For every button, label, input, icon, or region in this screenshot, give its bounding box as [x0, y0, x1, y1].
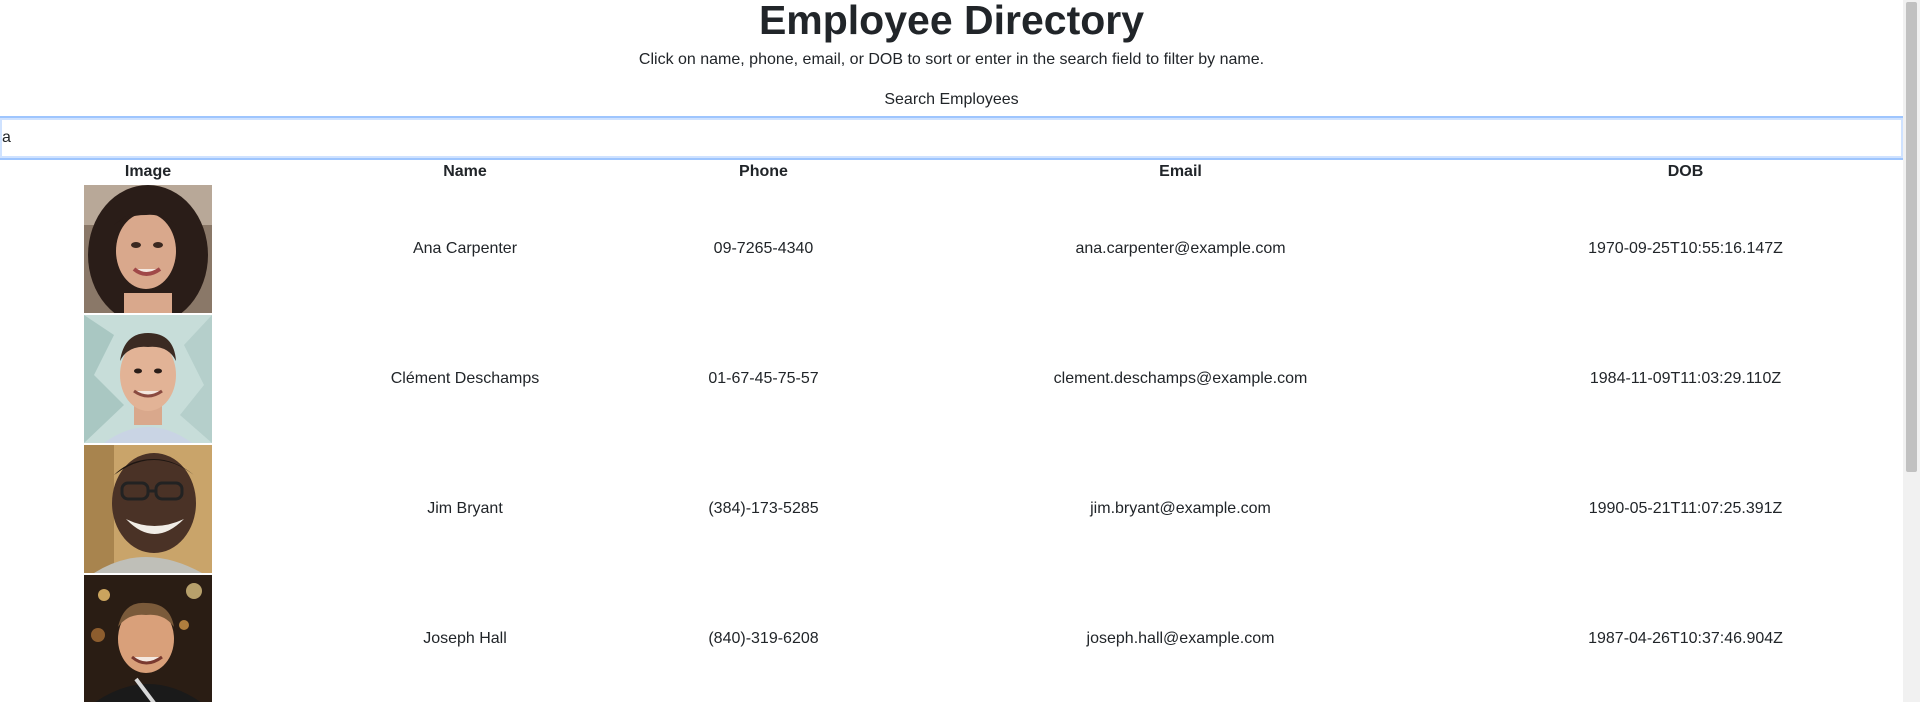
phone-cell: (840)-319-6208: [708, 630, 819, 647]
page-scrollbar[interactable]: [1903, 0, 1920, 702]
man-night-portrait-photo: [84, 575, 212, 702]
header-dob-sort[interactable]: DOB: [1468, 160, 1903, 184]
woman-portrait-photo: [84, 185, 212, 313]
table-row: Joseph Hall (840)-319-6208 joseph.hall@e…: [0, 574, 1903, 702]
name-cell: Clément Deschamps: [390, 370, 540, 387]
name-cell: Joseph Hall: [423, 630, 507, 647]
header-image: Image: [124, 163, 172, 180]
dob-cell: 1990-05-21T11:07:25.391Z: [1588, 500, 1783, 517]
image-cell: [0, 574, 296, 702]
table-row: Clément Deschamps 01-67-45-75-57 clement…: [0, 314, 1903, 444]
search-container: [0, 116, 1903, 160]
phone-cell: (384)-173-5285: [708, 500, 819, 517]
table-row: Jim Bryant (384)-173-5285 jim.bryant@exa…: [0, 444, 1903, 574]
man-glasses-portrait-photo: [84, 445, 212, 573]
image-cell: [0, 444, 296, 574]
email-cell: jim.bryant@example.com: [1090, 500, 1271, 517]
man-portrait-photo: [84, 315, 212, 443]
search-label: Search Employees: [884, 91, 1019, 108]
email-cell: ana.carpenter@example.com: [1075, 240, 1286, 257]
email-cell: joseph.hall@example.com: [1086, 630, 1275, 647]
image-cell: [0, 314, 296, 444]
page-subtitle: Click on name, phone, email, or DOB to s…: [638, 51, 1265, 68]
table-row: Ana Carpenter 09-7265-4340 ana.carpenter…: [0, 184, 1903, 314]
email-cell: clement.deschamps@example.com: [1053, 370, 1308, 387]
employee-directory-page: Employee Directory Click on name, phone,…: [0, 0, 1903, 702]
phone-cell: 01-67-45-75-57: [708, 370, 819, 387]
dob-cell: 1987-04-26T10:37:46.904Z: [1588, 630, 1783, 647]
phone-cell: 09-7265-4340: [713, 240, 814, 257]
employee-table: Image Name Phone Email DOB Ana Carpenter…: [0, 160, 1903, 702]
table-header-row: Image Name Phone Email DOB: [0, 160, 1903, 184]
dob-cell: 1984-11-09T11:03:29.110Z: [1589, 370, 1782, 387]
dob-cell: 1970-09-25T10:55:16.147Z: [1588, 240, 1783, 257]
header-name-sort[interactable]: Name: [296, 160, 634, 184]
scrollbar-thumb[interactable]: [1906, 2, 1917, 472]
page-title: Employee Directory: [758, 0, 1145, 43]
search-input[interactable]: [0, 116, 1903, 160]
name-cell: Jim Bryant: [427, 500, 503, 517]
header-phone-sort[interactable]: Phone: [634, 160, 893, 184]
image-cell: [0, 184, 296, 314]
header-email-sort[interactable]: Email: [893, 160, 1468, 184]
name-cell: Ana Carpenter: [412, 240, 518, 257]
